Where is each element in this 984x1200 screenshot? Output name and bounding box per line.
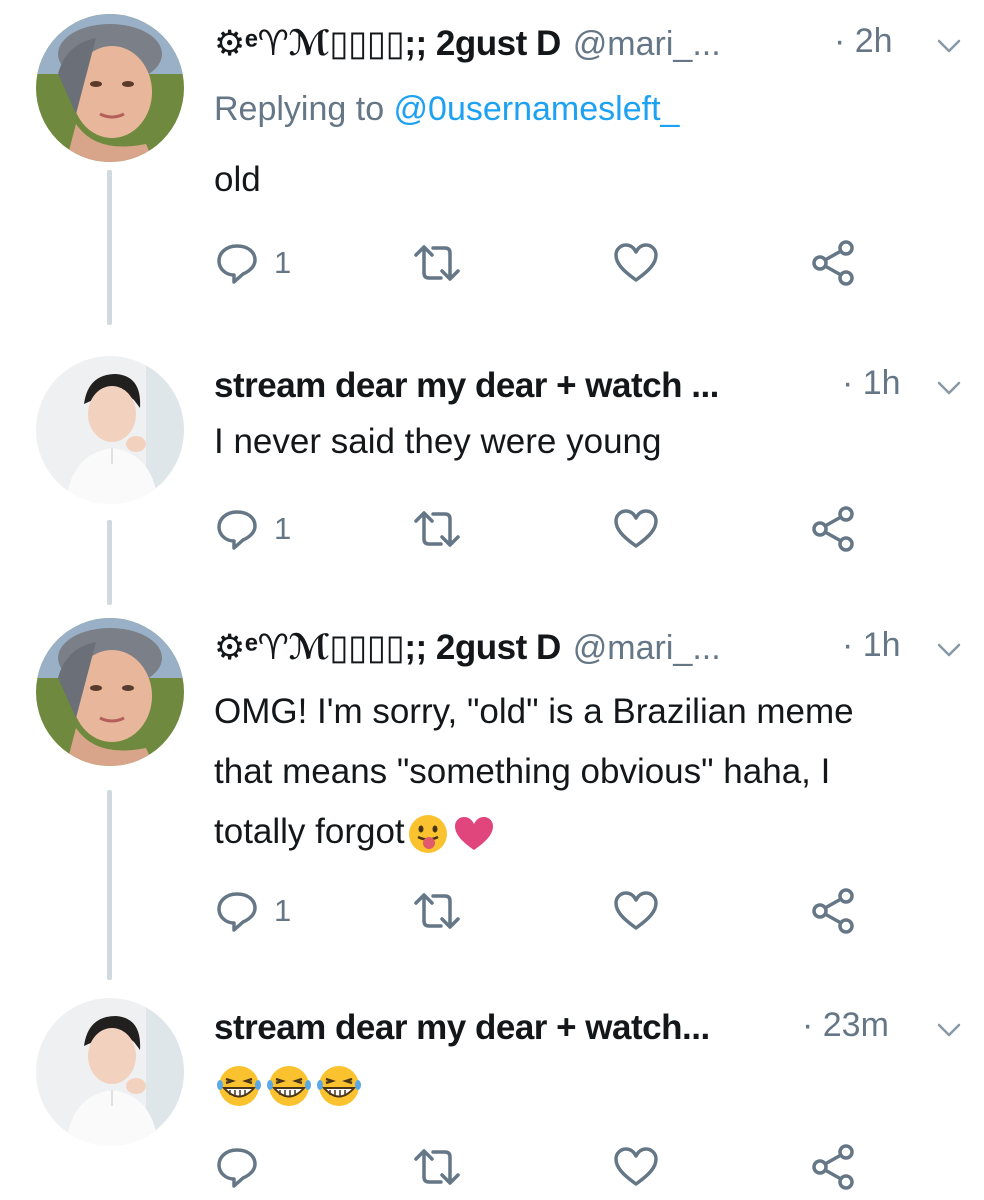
- reply-count: 1: [274, 245, 292, 280]
- tweet-header: ⚙ᵉ♈ℳ▯▯▯▯;; 2gust D @mari_...: [214, 626, 721, 670]
- like-button[interactable]: [612, 238, 660, 288]
- retweet-icon: [414, 893, 460, 929]
- tweet-header: ⚙ᵉ♈ℳ▯▯▯▯;; 2gust D @mari_...: [214, 22, 721, 66]
- timestamp[interactable]: · 1h: [842, 364, 901, 403]
- chevron-down-icon[interactable]: [936, 378, 962, 398]
- share-icon: [812, 240, 854, 286]
- reply-icon: [217, 1148, 257, 1188]
- username-handle[interactable]: @mari_...: [573, 629, 721, 668]
- share-icon: [812, 506, 854, 552]
- like-button[interactable]: [612, 1142, 660, 1192]
- woman-avatar-image: [36, 618, 184, 766]
- reply-button[interactable]: 1: [214, 504, 291, 554]
- tweet[interactable]: ⚙ᵉ♈ℳ▯▯▯▯;; 2gust D @mari_... · 1h OMG! I…: [0, 618, 984, 944]
- timestamp[interactable]: · 1h: [842, 626, 901, 665]
- share-button[interactable]: [810, 886, 858, 936]
- tweet[interactable]: stream dear my dear + watch ... · 1h I n…: [0, 356, 984, 566]
- tweet-text-line-last: totally forgot: [214, 802, 954, 862]
- tweet-actions: 1: [214, 238, 894, 288]
- reply-button[interactable]: [214, 1142, 260, 1192]
- chevron-down-icon[interactable]: [936, 1020, 962, 1040]
- tweet-actions: 1: [214, 504, 894, 554]
- retweet-button[interactable]: [412, 886, 462, 936]
- heart-icon: [614, 509, 658, 548]
- reply-button[interactable]: 1: [214, 886, 291, 936]
- heart-icon: [614, 243, 658, 282]
- chevron-down-icon[interactable]: [936, 640, 962, 660]
- replying-prefix: Replying to: [214, 90, 394, 128]
- reply-icon: [217, 892, 257, 932]
- heart-icon: [614, 1147, 658, 1186]
- laughing-emoji: [267, 1065, 311, 1106]
- laughing-emoji: [217, 1065, 261, 1106]
- share-icon: [812, 888, 854, 934]
- reply-icon: [217, 510, 257, 550]
- tweet-text-line: that means "something obvious" haha, I: [214, 752, 831, 791]
- tongue-out-emoji: [408, 814, 447, 853]
- man-avatar-image: [36, 356, 184, 504]
- man-avatar-image: [36, 998, 184, 1146]
- replying-to-handle[interactable]: @0usernamesleft_: [394, 90, 680, 128]
- share-icon: [812, 1144, 854, 1190]
- tweet[interactable]: stream dear my dear + watch... · 23m: [0, 998, 984, 1198]
- tweet-actions: 1: [214, 886, 894, 936]
- reply-count: 1: [274, 511, 292, 546]
- tweet-text: old: [214, 160, 261, 199]
- tweet-header: stream dear my dear + watch ...: [214, 364, 719, 408]
- retweet-button[interactable]: [412, 504, 462, 554]
- share-button[interactable]: [810, 238, 858, 288]
- timestamp[interactable]: · 2h: [834, 22, 893, 61]
- pink-heart-emoji: [454, 816, 493, 850]
- avatar[interactable]: [36, 356, 184, 504]
- like-button[interactable]: [612, 504, 660, 554]
- avatar[interactable]: [36, 618, 184, 766]
- display-name[interactable]: stream dear my dear + watch ...: [214, 366, 719, 406]
- chevron-down-icon[interactable]: [936, 36, 962, 56]
- reply-icon: [217, 244, 257, 284]
- tweet-text: [214, 1054, 954, 1114]
- like-button[interactable]: [612, 886, 660, 936]
- reply-button[interactable]: 1: [214, 238, 291, 288]
- retweet-icon: [414, 511, 460, 547]
- share-button[interactable]: [810, 1142, 858, 1192]
- display-name[interactable]: ⚙ᵉ♈ℳ▯▯▯▯;; 2gust D: [214, 24, 561, 64]
- tweet-text-line: OMG! I'm sorry, "old" is a Brazilian mem…: [214, 692, 854, 731]
- retweet-icon: [414, 245, 460, 281]
- avatar[interactable]: [36, 14, 184, 162]
- laughing-emoji: [317, 1065, 361, 1106]
- tweet-text: I never said they were young: [214, 422, 662, 461]
- tweet-text-line: totally forgot: [214, 812, 405, 851]
- retweet-button[interactable]: [412, 238, 462, 288]
- retweet-button[interactable]: [412, 1142, 462, 1192]
- timestamp[interactable]: · 23m: [802, 1006, 889, 1045]
- display-name[interactable]: stream dear my dear + watch...: [214, 1008, 710, 1048]
- woman-avatar-image: [36, 14, 184, 162]
- tweet-text: OMG! I'm sorry, "old" is a Brazilian mem…: [214, 682, 954, 862]
- avatar[interactable]: [36, 998, 184, 1146]
- username-handle[interactable]: @mari_...: [573, 25, 721, 64]
- retweet-icon: [414, 1149, 460, 1185]
- replying-to: Replying to @0usernamesleft_: [214, 90, 679, 129]
- display-name[interactable]: ⚙ᵉ♈ℳ▯▯▯▯;; 2gust D: [214, 628, 561, 668]
- tweet-actions: [214, 1142, 894, 1192]
- heart-icon: [614, 891, 658, 930]
- tweet-header: stream dear my dear + watch...: [214, 1006, 710, 1050]
- reply-count: 1: [274, 893, 292, 928]
- tweet[interactable]: ⚙ᵉ♈ℳ▯▯▯▯;; 2gust D @mari_... · 2h Replyi…: [0, 14, 984, 304]
- share-button[interactable]: [810, 504, 858, 554]
